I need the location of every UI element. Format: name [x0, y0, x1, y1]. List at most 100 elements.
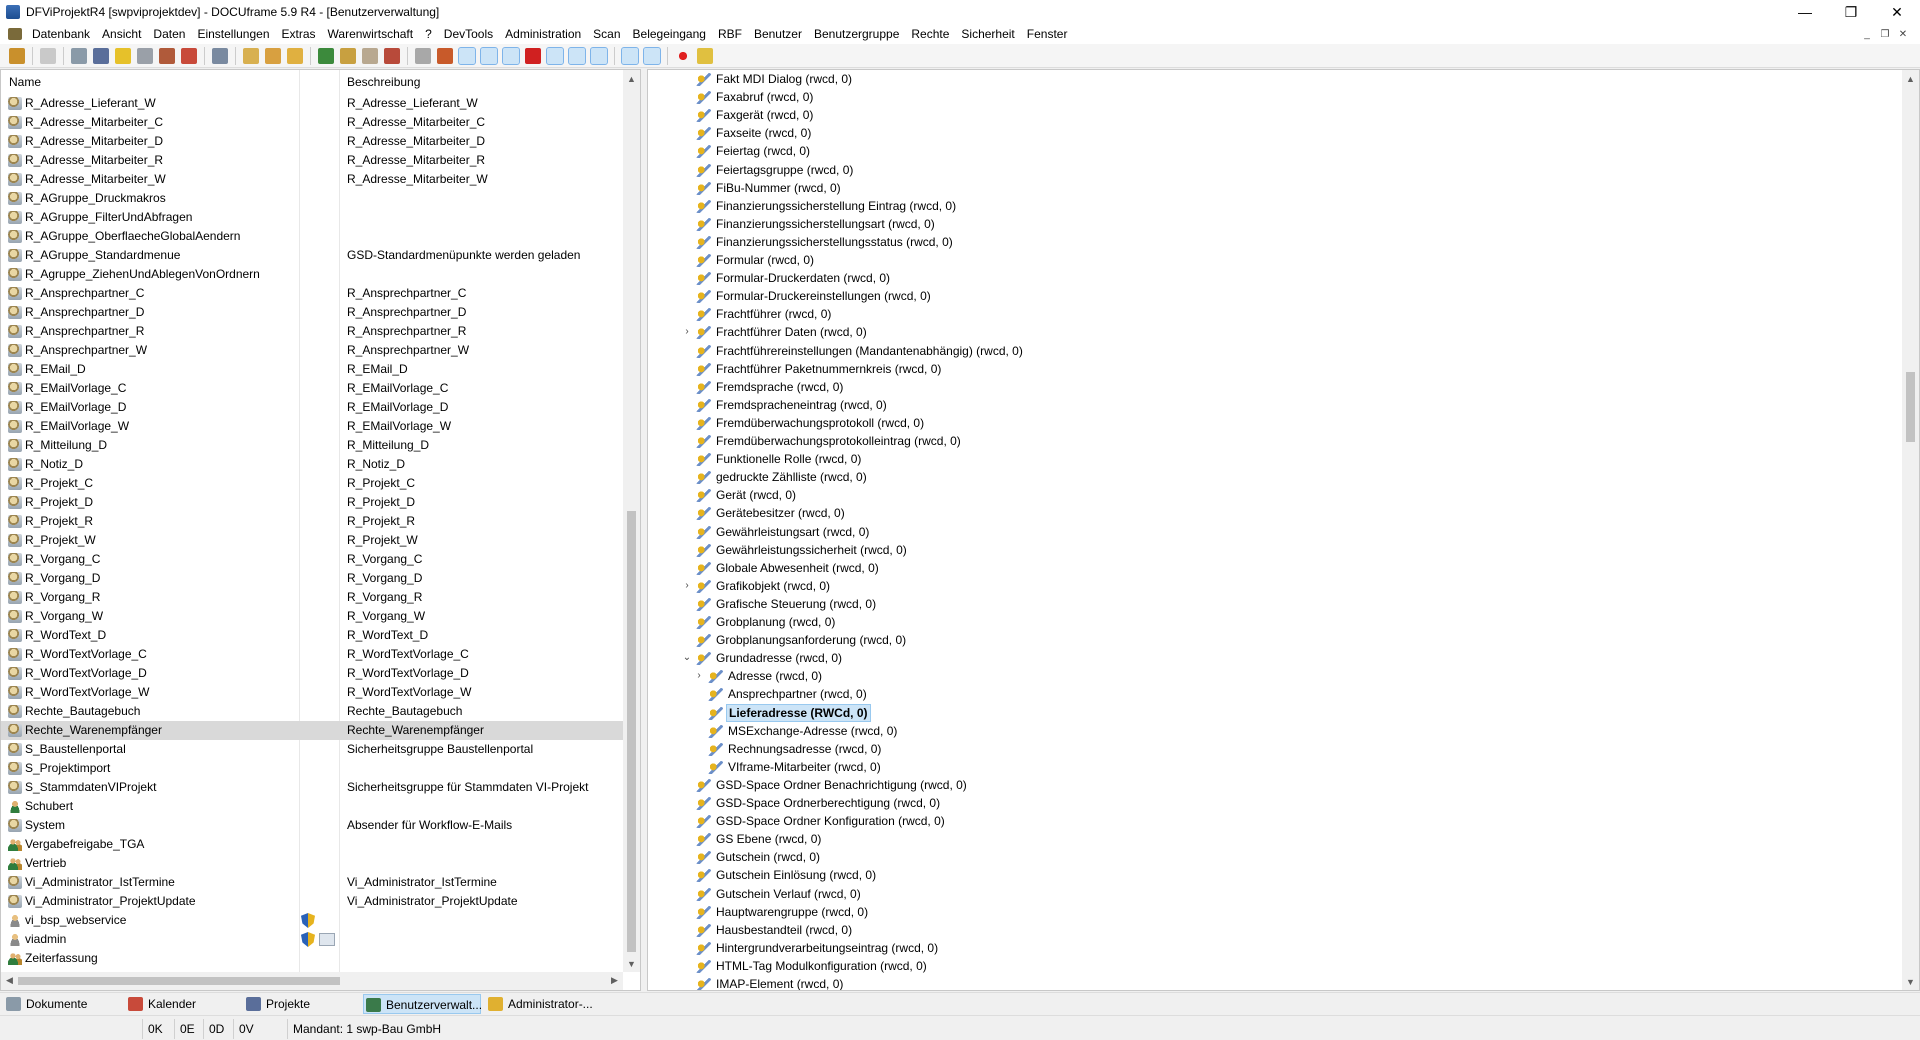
list-row[interactable]: R_Projekt_D R_Projekt_D	[1, 493, 625, 512]
description-column-header[interactable]: Beschreibung	[339, 70, 621, 94]
folder-open-icon[interactable]	[9, 47, 25, 64]
scroll-up-arrow[interactable]: ▲	[623, 70, 640, 87]
mdi-restore-button[interactable]: ❐	[1876, 24, 1894, 44]
record-icon[interactable]	[675, 47, 691, 64]
star-icon[interactable]	[502, 46, 520, 65]
phone-icon[interactable]	[212, 47, 228, 64]
list-row[interactable]: R_Vorgang_D R_Vorgang_D	[1, 569, 625, 588]
menu-item-4[interactable]: Extras	[276, 24, 322, 44]
tools-icon[interactable]	[415, 47, 431, 64]
list-row[interactable]: System Absender für Workflow-E-Mails	[1, 816, 625, 835]
note-icon[interactable]	[115, 47, 131, 64]
list-row[interactable]: R_AGruppe_Standardmenue GSD-Standardmenüp…	[1, 246, 625, 265]
list-row[interactable]: R_WordTextVorlage_D R_WordTextVorlage_D	[1, 664, 625, 683]
pencil-icon[interactable]	[480, 46, 498, 65]
scroll-thumb[interactable]	[1906, 372, 1915, 442]
list-row[interactable]: R_Adresse_Mitarbeiter_D R_Adresse_Mitarbe…	[1, 132, 625, 151]
menu-item-16[interactable]: Fenster	[1021, 24, 1074, 44]
list-row[interactable]: R_AGruppe_Druckmakros	[1, 189, 625, 208]
list-row[interactable]: R_Projekt_R R_Projekt_R	[1, 512, 625, 531]
list-row[interactable]: Rechte_Bautagebuch Rechte_Bautagebuch	[1, 702, 625, 721]
task-documents[interactable]: Dokumente	[4, 994, 87, 1014]
menu-item-3[interactable]: Einstellungen	[191, 24, 275, 44]
left-vertical-scrollbar[interactable]: ▲ ▼	[623, 70, 640, 972]
link-icon[interactable]	[458, 46, 476, 65]
list-row[interactable]: R_Notiz_D R_Notiz_D	[1, 455, 625, 474]
minimize-button[interactable]: —	[1782, 0, 1828, 24]
list-row[interactable]: R_Projekt_W R_Projekt_W	[1, 531, 625, 550]
print-icon[interactable]	[40, 47, 56, 64]
calendar-icon[interactable]	[181, 47, 197, 64]
attachment-icon[interactable]	[137, 47, 153, 64]
list-row[interactable]: R_AGruppe_OberflaecheGlobalAendern	[1, 227, 625, 246]
list-row[interactable]: Schubert	[1, 797, 625, 816]
expand-toggle-icon[interactable]: ⌄	[681, 649, 693, 667]
export-folder-icon[interactable]	[287, 47, 303, 64]
list-row[interactable]: S_StammdatenVIProjekt Sicherheitsgruppe f…	[1, 778, 625, 797]
menu-item-7[interactable]: DevTools	[438, 24, 499, 44]
list-icon[interactable]	[93, 47, 109, 64]
scroll-left-arrow[interactable]: ◀	[1, 972, 18, 989]
expand-toggle-icon[interactable]: ›	[681, 323, 693, 341]
list-row[interactable]: R_Adresse_Mitarbeiter_W R_Adresse_Mitarbe…	[1, 170, 625, 189]
list-row[interactable]: Zeiterfassung	[1, 949, 625, 968]
menu-item-14[interactable]: Rechte	[905, 24, 955, 44]
user-add-icon[interactable]	[318, 47, 334, 64]
edit-rights-icon[interactable]	[568, 46, 586, 65]
list-row[interactable]: R_EMailVorlage_D R_EMailVorlage_D	[1, 398, 625, 417]
maximize-button[interactable]: ❐	[1828, 0, 1874, 24]
list-row[interactable]: S_Projektimport	[1, 759, 625, 778]
document-window-icon[interactable]	[8, 28, 22, 40]
scroll-down-arrow[interactable]: ▼	[623, 955, 640, 972]
scroll-right-arrow[interactable]: ▶	[606, 972, 623, 989]
task-calendar[interactable]: Kalender	[126, 994, 196, 1014]
list-row[interactable]: R_Vorgang_C R_Vorgang_C	[1, 550, 625, 569]
list-row[interactable]: R_Ansprechpartner_C R_Ansprechpartner_C	[1, 284, 625, 303]
left-horizontal-scrollbar[interactable]: ◀ ▶	[1, 972, 623, 990]
users-link-icon[interactable]	[546, 46, 564, 65]
list-row[interactable]: R_EMail_D R_EMail_D	[1, 360, 625, 379]
expand-toggle-icon[interactable]: ›	[693, 667, 705, 685]
menu-item-12[interactable]: Benutzer	[748, 24, 808, 44]
rights-group-icon[interactable]	[590, 46, 608, 65]
menu-item-1[interactable]: Ansicht	[96, 24, 147, 44]
user-delete-icon[interactable]	[384, 47, 400, 64]
scroll-thumb[interactable]	[627, 511, 636, 952]
group-view-icon[interactable]	[643, 46, 661, 65]
list-row[interactable]: R_Adresse_Mitarbeiter_C R_Adresse_Mitarbe…	[1, 113, 625, 132]
list-row[interactable]: R_EMailVorlage_W R_EMailVorlage_W	[1, 417, 625, 436]
menu-item-9[interactable]: Scan	[587, 24, 626, 44]
menu-item-2[interactable]: Daten	[147, 24, 191, 44]
list-row[interactable]: R_Ansprechpartner_W R_Ansprechpartner_W	[1, 341, 625, 360]
close-button[interactable]: ✕	[1874, 0, 1920, 24]
list-row[interactable]: vi_bsp_webservice	[1, 911, 625, 930]
user-view-icon[interactable]	[621, 46, 639, 65]
new-folder-icon[interactable]	[243, 47, 259, 64]
right-vertical-scrollbar[interactable]: ▲ ▼	[1902, 70, 1919, 990]
menu-item-11[interactable]: RBF	[712, 24, 748, 44]
list-row[interactable]: Vertrieb	[1, 854, 625, 873]
list-row[interactable]: R_Ansprechpartner_D R_Ansprechpartner_D	[1, 303, 625, 322]
list-row[interactable]: R_WordTextVorlage_C R_WordTextVorlage_C	[1, 645, 625, 664]
list-row[interactable]: R_Mitteilung_D R_Mitteilung_D	[1, 436, 625, 455]
list-row[interactable]: S_Baustellenportal Sicherheitsgruppe Baus…	[1, 740, 625, 759]
task-user-admin[interactable]: Benutzerverwalt...	[363, 994, 482, 1014]
menu-item-8[interactable]: Administration	[499, 24, 587, 44]
list-row[interactable]: R_AGruppe_FilterUndAbfragen	[1, 208, 625, 227]
menu-item-0[interactable]: Datenbank	[26, 24, 96, 44]
mdi-minimize-button[interactable]: _	[1858, 24, 1876, 44]
scroll-up-arrow[interactable]: ▲	[1902, 70, 1919, 87]
list-row[interactable]: Vi_Administrator_ProjektUpdate Vi_Adminis…	[1, 892, 625, 911]
list-row[interactable]: R_Adresse_Mitarbeiter_R R_Adresse_Mitarbe…	[1, 151, 625, 170]
list-row[interactable]: R_Adresse_Lieferant_W R_Adresse_Lieferant…	[1, 94, 625, 113]
list-row[interactable]: R_Vorgang_W R_Vorgang_W	[1, 607, 625, 626]
menu-item-5[interactable]: Warenwirtschaft	[322, 24, 420, 44]
list-row[interactable]: R_Vorgang_R R_Vorgang_R	[1, 588, 625, 607]
mdi-close-button[interactable]: ✕	[1894, 24, 1912, 44]
list-row[interactable]: viadmin	[1, 930, 625, 949]
lightning-icon[interactable]	[697, 47, 713, 64]
group-add-icon[interactable]	[340, 47, 356, 64]
list-row[interactable]: Vergabefreigabe_TGA	[1, 835, 625, 854]
scroll-thumb[interactable]	[18, 977, 340, 985]
list-row[interactable]: R_WordText_D R_WordText_D	[1, 626, 625, 645]
